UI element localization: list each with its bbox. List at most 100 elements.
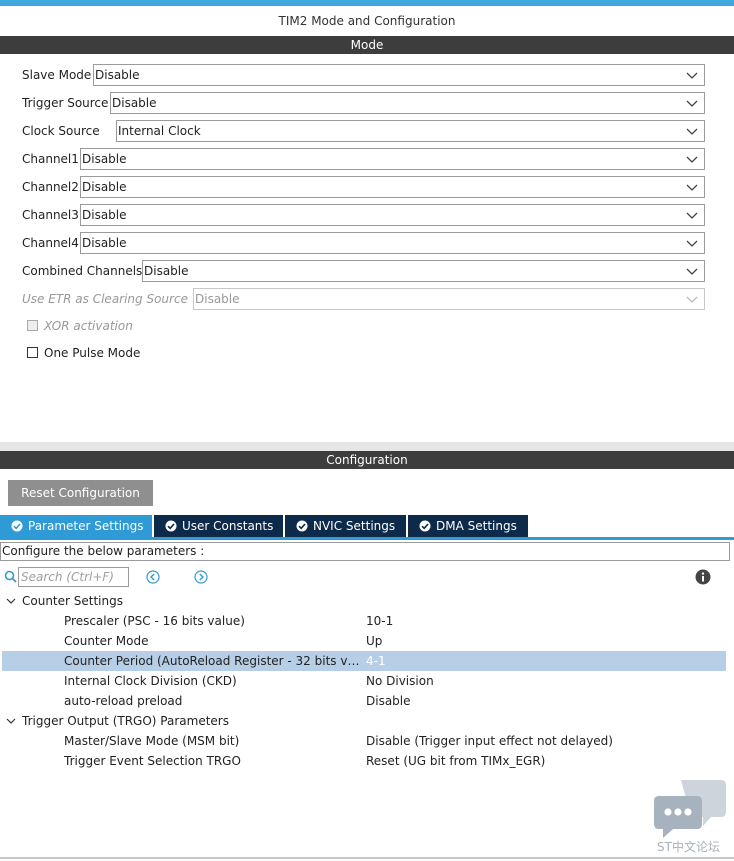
- param-value[interactable]: No Division: [366, 671, 434, 691]
- chevron-down-icon: [686, 268, 698, 275]
- slave-mode-select[interactable]: Disable: [93, 64, 705, 86]
- clock-source-select[interactable]: Internal Clock: [116, 120, 705, 142]
- trigger-source-value: Disable: [112, 96, 157, 110]
- window-title: TIM2 Mode and Configuration: [0, 6, 734, 36]
- channel1-select[interactable]: Disable: [80, 148, 705, 170]
- chevron-down-icon: [6, 718, 16, 724]
- tab-user-constants-label: User Constants: [182, 519, 274, 533]
- clock-source-value: Internal Clock: [118, 124, 201, 138]
- param-name: Trigger Event Selection TRGO: [64, 754, 241, 768]
- channel3-select[interactable]: Disable: [80, 204, 705, 226]
- tab-user-constants[interactable]: User Constants: [154, 515, 283, 537]
- check-circle-icon: [296, 520, 308, 532]
- channel4-value: Disable: [82, 236, 127, 250]
- trigger-source-label: Trigger Source: [22, 96, 109, 110]
- channel3-value: Disable: [82, 208, 127, 222]
- bottom-border: [0, 857, 734, 859]
- configuration-section-header: Configuration: [0, 451, 734, 469]
- search-icon: [4, 570, 17, 583]
- etr-clearing-select: Disable: [193, 288, 705, 310]
- channel3-row: Channel3 Disable: [22, 204, 705, 226]
- combined-channels-label: Combined Channels: [22, 264, 143, 278]
- trigger-source-row: Trigger Source Disable: [22, 92, 705, 114]
- search-input[interactable]: [18, 567, 129, 587]
- channel1-row: Channel1 Disable: [22, 148, 705, 170]
- param-value[interactable]: Reset (UG bit from TIMx_EGR): [366, 751, 545, 771]
- clock-source-label: Clock Source: [22, 124, 100, 138]
- param-row-clock-division[interactable]: Internal Clock Division (CKD) No Divisio…: [2, 671, 726, 691]
- tab-dma-settings[interactable]: DMA Settings: [408, 515, 528, 537]
- one-pulse-mode-checkbox[interactable]: [27, 347, 38, 358]
- param-name: Counter Period (AutoReload Register - 32…: [64, 654, 360, 668]
- etr-clearing-label: Use ETR as Clearing Source: [22, 292, 188, 306]
- param-value[interactable]: 10-1: [366, 611, 393, 631]
- param-name: Internal Clock Division (CKD): [64, 674, 237, 688]
- xor-activation-label: XOR activation: [44, 319, 133, 333]
- tab-nvic-settings[interactable]: NVIC Settings: [285, 515, 406, 537]
- param-row-trigger-event[interactable]: Trigger Event Selection TRGO Reset (UG b…: [2, 751, 726, 771]
- xor-activation-checkbox: [27, 320, 38, 331]
- etr-clearing-value: Disable: [195, 292, 240, 306]
- chevron-down-icon: [686, 296, 698, 303]
- param-name: Counter Mode: [64, 634, 149, 648]
- param-row-auto-reload-preload[interactable]: auto-reload preload Disable: [2, 691, 726, 711]
- check-circle-icon: [165, 520, 177, 532]
- channel4-label: Channel4: [22, 236, 79, 250]
- channel1-label: Channel1: [22, 152, 79, 166]
- chevron-down-icon: [686, 184, 698, 191]
- trgo-parameters-label: Trigger Output (TRGO) Parameters: [22, 714, 229, 728]
- chevron-down-icon: [686, 72, 698, 79]
- tab-nvic-settings-label: NVIC Settings: [313, 519, 396, 533]
- channel1-value: Disable: [82, 152, 127, 166]
- param-value[interactable]: Disable (Trigger input effect not delaye…: [366, 731, 613, 751]
- combined-channels-row: Combined Channels Disable: [22, 260, 705, 282]
- param-name: Master/Slave Mode (MSM bit): [64, 734, 240, 748]
- tab-parameter-settings-label: Parameter Settings: [28, 519, 144, 533]
- chevron-down-icon: [686, 100, 698, 107]
- check-circle-icon: [11, 520, 23, 532]
- param-row-counter-period[interactable]: Counter Period (AutoReload Register - 32…: [2, 651, 726, 671]
- config-tabs: Parameter Settings User Constants NVIC S…: [0, 515, 734, 537]
- channel2-value: Disable: [82, 180, 127, 194]
- param-value[interactable]: Up: [366, 631, 382, 651]
- channel4-row: Channel4 Disable: [22, 232, 705, 254]
- tab-underline: [0, 537, 734, 540]
- param-name: Prescaler (PSC - 16 bits value): [64, 614, 245, 628]
- etr-clearing-row: Use ETR as Clearing Source Disable: [22, 288, 705, 310]
- slave-mode-label: Slave Mode: [22, 68, 92, 82]
- slave-mode-value: Disable: [95, 68, 140, 82]
- check-circle-icon: [419, 520, 431, 532]
- param-value[interactable]: 4-1: [366, 651, 386, 671]
- clock-source-row: Clock Source Internal Clock: [22, 120, 705, 142]
- channel2-row: Channel2 Disable: [22, 176, 705, 198]
- param-row-prescaler[interactable]: Prescaler (PSC - 16 bits value) 10-1: [2, 611, 726, 631]
- channel3-label: Channel3: [22, 208, 79, 222]
- channel2-label: Channel2: [22, 180, 79, 194]
- combined-channels-select[interactable]: Disable: [142, 260, 705, 282]
- info-icon[interactable]: [695, 569, 711, 585]
- chevron-down-icon: [686, 128, 698, 135]
- watermark-text: ST中文论坛: [657, 840, 720, 854]
- param-name: auto-reload preload: [64, 694, 183, 708]
- channel4-select[interactable]: Disable: [80, 232, 705, 254]
- combined-channels-value: Disable: [144, 264, 189, 278]
- trigger-source-select[interactable]: Disable: [110, 92, 705, 114]
- param-value[interactable]: Disable: [366, 691, 411, 711]
- chevron-down-icon: [686, 156, 698, 163]
- section-splitter[interactable]: [0, 442, 734, 451]
- param-row-counter-mode[interactable]: Counter Mode Up: [2, 631, 726, 651]
- param-row-msm-bit[interactable]: Master/Slave Mode (MSM bit) Disable (Tri…: [2, 731, 726, 751]
- counter-settings-label: Counter Settings: [22, 594, 123, 608]
- arrow-left-circle-icon[interactable]: [146, 570, 160, 584]
- chevron-down-icon: [686, 240, 698, 247]
- tab-dma-settings-label: DMA Settings: [436, 519, 517, 533]
- slave-mode-row: Slave Mode Disable: [22, 64, 705, 86]
- arrow-right-circle-icon[interactable]: [194, 570, 208, 584]
- chevron-down-icon: [6, 598, 16, 604]
- mode-section-header: Mode: [0, 36, 734, 54]
- configure-instructions: Configure the below parameters :: [0, 542, 730, 561]
- tab-parameter-settings[interactable]: Parameter Settings: [0, 515, 152, 537]
- chevron-down-icon: [686, 212, 698, 219]
- channel2-select[interactable]: Disable: [80, 176, 705, 198]
- reset-configuration-button[interactable]: Reset Configuration: [8, 480, 153, 506]
